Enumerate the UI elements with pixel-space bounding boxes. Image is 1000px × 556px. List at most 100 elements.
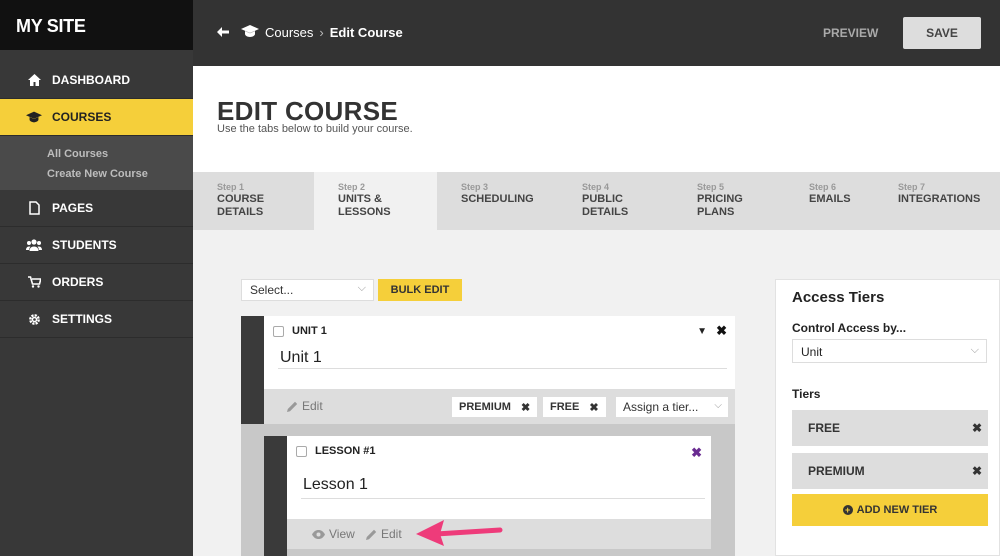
sidebar-item-label: SETTINGS <box>52 312 113 326</box>
top-bar: Courses › Edit Course PREVIEW SAVE <box>193 0 1000 66</box>
sidebar-item-courses[interactable]: COURSES <box>0 99 193 136</box>
panel-title: Access Tiers <box>792 289 885 306</box>
lesson-card: LESSON #1 ✖ Lesson 1 <box>287 436 711 519</box>
save-button[interactable]: SAVE <box>903 17 981 49</box>
sidebar-item-dashboard[interactable]: DASHBOARD <box>0 62 193 99</box>
tab-label: SCHEDULING <box>461 193 534 205</box>
unit-checkbox[interactable] <box>273 325 284 337</box>
sidebar-item-label: ORDERS <box>52 275 104 289</box>
remove-tag-icon[interactable]: ✖ <box>589 401 598 414</box>
tab-step: Step 4 <box>582 182 610 192</box>
remove-tier-icon[interactable]: ✖ <box>972 421 982 435</box>
add-tier-label: ADD NEW TIER <box>856 504 938 516</box>
tag-label: PREMIUM <box>459 401 511 413</box>
lesson-view-link[interactable]: View <box>312 527 355 541</box>
sidebar-item-label: DASHBOARD <box>52 73 130 87</box>
tab-label: COURSE <box>217 193 265 205</box>
lesson-edit-label: Edit <box>381 527 402 541</box>
tab-label: INTEGRATIONS <box>898 193 981 205</box>
tab-label: LESSONS <box>338 206 391 218</box>
subnav-create-course[interactable]: Create New Course <box>47 164 193 184</box>
cart-icon <box>26 274 42 290</box>
tab-integrations[interactable]: Step 7 INTEGRATIONS <box>874 172 1000 230</box>
preview-button[interactable]: PREVIEW <box>823 26 878 40</box>
unit-edit-label: Edit <box>302 399 323 413</box>
sidebar-item-label: PAGES <box>52 201 94 215</box>
lesson-view-label: View <box>329 527 355 541</box>
unit-edit-link[interactable]: Edit <box>287 399 323 413</box>
tab-label: PUBLIC <box>582 193 623 205</box>
tab-label: EMAILS <box>809 193 851 205</box>
sidebar-item-orders[interactable]: ORDERS <box>0 264 193 301</box>
assign-tier-select[interactable]: Assign a tier... ⌵ <box>616 397 728 417</box>
unit-header: UNIT 1 <box>273 325 327 337</box>
tag-label: FREE <box>550 401 580 413</box>
back-arrow-icon[interactable] <box>217 25 229 40</box>
unit-drag-handle[interactable] <box>241 316 264 424</box>
lesson-name-field[interactable]: Lesson 1 <box>303 476 368 494</box>
tab-step: Step 7 <box>898 182 926 192</box>
chevron-down-icon: ⌵ <box>714 400 722 411</box>
control-access-select[interactable]: Unit ⌵ <box>792 339 987 363</box>
tab-step: Step 2 <box>338 182 366 192</box>
tab-label: PLANS <box>697 206 735 218</box>
tier-item-premium: PREMIUM ✖ <box>792 453 988 489</box>
tab-step: Step 5 <box>697 182 725 192</box>
courses-subnav: All Courses Create New Course <box>0 136 193 190</box>
unit-footer: Edit PREMIUM ✖ FREE ✖ Assign a tier... ⌵ <box>264 389 735 424</box>
add-new-tier-button[interactable]: + ADD NEW TIER <box>792 494 988 526</box>
pencil-icon <box>287 401 298 412</box>
divider <box>278 368 727 369</box>
page-subtitle: Use the tabs below to build your course. <box>217 123 413 135</box>
sidebar-item-settings[interactable]: SETTINGS <box>0 301 193 338</box>
tiers-label: Tiers <box>792 387 821 401</box>
page-icon <box>26 200 42 216</box>
annotation-arrow-icon <box>416 520 503 546</box>
pencil-icon <box>366 529 377 540</box>
lesson-label: LESSON #1 <box>315 445 376 457</box>
unit-card: UNIT 1 ▼ ✖ Unit 1 <box>264 316 735 389</box>
graduation-cap-icon <box>26 109 42 125</box>
graduation-cap-icon <box>241 25 259 40</box>
tab-course-details[interactable]: Step 1 COURSE DETAILS <box>193 172 313 230</box>
plus-circle-icon: + <box>842 505 853 515</box>
bulk-select-value: Select... <box>250 283 294 297</box>
bulk-action-select[interactable]: Select... ⌵ <box>241 279 374 301</box>
assign-tier-value: Assign a tier... <box>623 400 699 414</box>
eye-icon <box>312 529 325 539</box>
chevron-down-icon: ⌵ <box>357 282 366 294</box>
tab-label: UNITS & <box>338 193 382 205</box>
remove-tier-icon[interactable]: ✖ <box>972 464 982 478</box>
bulk-edit-button[interactable]: BULK EDIT <box>378 279 462 301</box>
sidebar-nav: DASHBOARD COURSES All Courses Create New… <box>0 62 193 338</box>
breadcrumb-courses-link[interactable]: Courses <box>265 25 313 40</box>
delete-lesson-icon[interactable]: ✖ <box>691 445 702 461</box>
delete-unit-icon[interactable]: ✖ <box>716 323 727 339</box>
tab-public-details[interactable]: Step 4 PUBLIC DETAILS <box>558 172 673 230</box>
tab-label: DETAILS <box>217 206 264 218</box>
gear-icon <box>26 311 42 327</box>
tier-label: FREE <box>808 421 841 435</box>
subnav-all-courses[interactable]: All Courses <box>47 144 193 164</box>
lesson-drag-handle[interactable] <box>264 436 287 556</box>
tab-step: Step 3 <box>461 182 489 192</box>
breadcrumb-current: Edit Course <box>329 25 403 40</box>
divider <box>301 498 705 499</box>
home-icon <box>26 72 42 88</box>
collapse-caret-icon[interactable]: ▼ <box>697 326 707 337</box>
control-access-value: Unit <box>801 345 823 359</box>
lesson-edit-link[interactable]: Edit <box>366 527 402 541</box>
sidebar-item-pages[interactable]: PAGES <box>0 190 193 227</box>
tab-emails[interactable]: Step 6 EMAILS <box>785 172 874 230</box>
tab-units-lessons[interactable]: Step 2 UNITS & LESSONS <box>314 172 437 230</box>
unit-label: UNIT 1 <box>292 325 327 337</box>
tab-label: DETAILS <box>582 206 629 218</box>
remove-tag-icon[interactable]: ✖ <box>521 401 530 414</box>
tab-scheduling[interactable]: Step 3 SCHEDULING <box>437 172 558 230</box>
access-tiers-panel: Access Tiers Control Access by... Unit ⌵… <box>775 279 1000 556</box>
unit-name-field[interactable]: Unit 1 <box>280 349 322 367</box>
tier-item-free: FREE ✖ <box>792 410 988 446</box>
lesson-checkbox[interactable] <box>296 445 307 457</box>
tab-pricing-plans[interactable]: Step 5 PRICING PLANS <box>673 172 785 230</box>
sidebar-item-students[interactable]: STUDENTS <box>0 227 193 264</box>
